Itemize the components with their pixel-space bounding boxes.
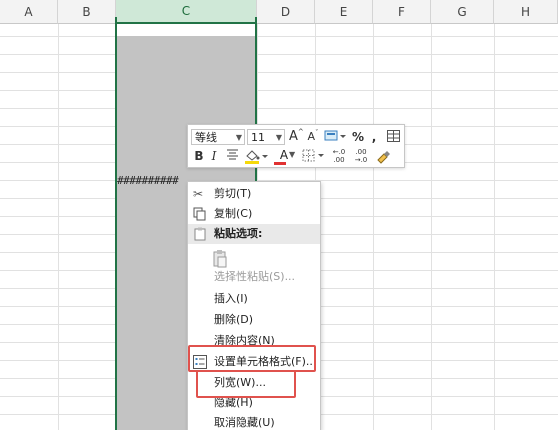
italic-button[interactable]: I bbox=[208, 148, 220, 164]
font-name-value: 等线 bbox=[195, 131, 217, 144]
fill-color-button[interactable] bbox=[244, 148, 268, 168]
column-header-b[interactable]: B bbox=[58, 0, 116, 24]
font-name-select[interactable]: 等线 ▼ bbox=[191, 129, 245, 145]
column-label: E bbox=[339, 4, 348, 19]
grid-row-line bbox=[0, 90, 558, 91]
increase-decimal-icon: ←.0 bbox=[332, 148, 346, 156]
menu-item-delete[interactable]: 删除(D) bbox=[188, 310, 320, 330]
menu-item-cut[interactable]: ✂ 剪切(T) bbox=[188, 184, 320, 204]
caret-down-icon: ˇ bbox=[315, 129, 319, 137]
menu-item-copy[interactable]: 复制(C) bbox=[188, 204, 320, 224]
percent-style-button[interactable]: % bbox=[351, 129, 365, 145]
decrease-font-button[interactable]: Aˇ bbox=[306, 129, 320, 146]
decrease-font-icon: A bbox=[307, 130, 316, 143]
increase-decimal-sub: .00 bbox=[333, 156, 345, 164]
highlight-format-cells bbox=[188, 345, 316, 372]
menu-item-label: 选择性粘贴(S)... bbox=[214, 270, 296, 283]
cell-style-button[interactable] bbox=[324, 129, 346, 147]
column-label: B bbox=[82, 4, 91, 19]
increase-decimal-button[interactable]: ←.0 .00 bbox=[329, 148, 349, 164]
font-color-swatch bbox=[274, 162, 286, 165]
column-label: H bbox=[520, 4, 531, 19]
scissors-icon: ✂ bbox=[193, 187, 204, 201]
grid-column-line bbox=[58, 24, 59, 430]
column-header-f[interactable]: F bbox=[373, 0, 431, 24]
font-color-icon: A bbox=[279, 148, 289, 162]
borders-icon bbox=[302, 149, 324, 162]
decrease-decimal-icon: .00 bbox=[355, 148, 367, 156]
table-icon bbox=[386, 130, 400, 142]
align-center-icon bbox=[226, 149, 238, 160]
column-header-h[interactable]: H bbox=[494, 0, 558, 24]
increase-font-button[interactable]: A^ bbox=[289, 128, 304, 146]
menu-item-insert[interactable]: 插入(I) bbox=[188, 289, 320, 309]
grid-row-line bbox=[0, 72, 558, 73]
grid-column-line bbox=[494, 24, 495, 430]
increase-font-icon: A bbox=[289, 129, 298, 144]
decrease-decimal-sub: →.0 bbox=[354, 156, 368, 164]
menu-item-label: 剪切(T) bbox=[214, 187, 252, 200]
font-size-value: 11 bbox=[251, 131, 265, 144]
bold-button[interactable]: B bbox=[192, 148, 206, 164]
menu-section-paste-options: 粘贴选项: bbox=[188, 224, 320, 244]
menu-item-label: 复制(C) bbox=[214, 207, 253, 220]
column-label: A bbox=[24, 4, 33, 19]
borders-button[interactable] bbox=[302, 149, 326, 167]
column-header-e[interactable]: E bbox=[315, 0, 373, 24]
column-label: C bbox=[181, 4, 191, 18]
column-header-g[interactable]: G bbox=[431, 0, 494, 24]
comma-style-button[interactable]: , bbox=[369, 129, 379, 145]
format-painter-table-button[interactable] bbox=[386, 130, 400, 146]
grid-row-line bbox=[0, 36, 558, 37]
paintbrush-icon bbox=[377, 151, 390, 164]
decrease-decimal-button[interactable]: .00 →.0 bbox=[351, 148, 371, 164]
font-size-select[interactable]: 11 ▼ bbox=[247, 129, 285, 145]
paste-clipboard-icon[interactable] bbox=[212, 249, 227, 268]
align-center-button[interactable] bbox=[225, 148, 239, 164]
highlight-column-width bbox=[196, 370, 296, 398]
clipboard-icon bbox=[193, 224, 207, 247]
menu-section-label: 粘贴选项: bbox=[214, 227, 263, 240]
menu-item-label: 删除(D) bbox=[214, 313, 254, 326]
grid-column-line bbox=[373, 24, 374, 430]
chevron-down-icon: ▼ bbox=[289, 150, 296, 159]
grid-column-line bbox=[431, 24, 432, 430]
mini-toolbar: 等线 ▼ 11 ▼ A^ Aˇ % , B I A ▼ ←.0 .00 .00 … bbox=[187, 124, 405, 168]
font-color-button[interactable]: A ▼ bbox=[272, 147, 296, 165]
overflow-cell-text: ########## bbox=[117, 174, 179, 187]
grid-row-line bbox=[0, 108, 558, 109]
menu-item-unhide[interactable]: 取消隐藏(U) bbox=[188, 413, 320, 430]
grid-row-line bbox=[0, 54, 558, 55]
column-header-d[interactable]: D bbox=[257, 0, 315, 24]
cell-style-icon bbox=[324, 130, 346, 141]
column-label: G bbox=[457, 4, 467, 19]
column-label: F bbox=[398, 4, 405, 19]
column-header-a[interactable]: A bbox=[0, 0, 58, 24]
menu-item-label: 插入(I) bbox=[214, 292, 248, 305]
column-label: D bbox=[280, 4, 291, 19]
paint-bucket-icon bbox=[245, 150, 268, 164]
format-painter-button[interactable] bbox=[374, 148, 390, 168]
spreadsheet: A B C D E F G H ########## 等线 ▼ 11 ▼ A^ … bbox=[0, 0, 558, 430]
chevron-down-icon: ▼ bbox=[275, 133, 282, 142]
caret-up-icon: ^ bbox=[297, 128, 304, 136]
menu-item-paste-special[interactable]: 选择性粘贴(S)... bbox=[188, 267, 320, 287]
menu-item-label: 取消隐藏(U) bbox=[214, 416, 275, 429]
chevron-down-icon: ▼ bbox=[235, 133, 242, 142]
